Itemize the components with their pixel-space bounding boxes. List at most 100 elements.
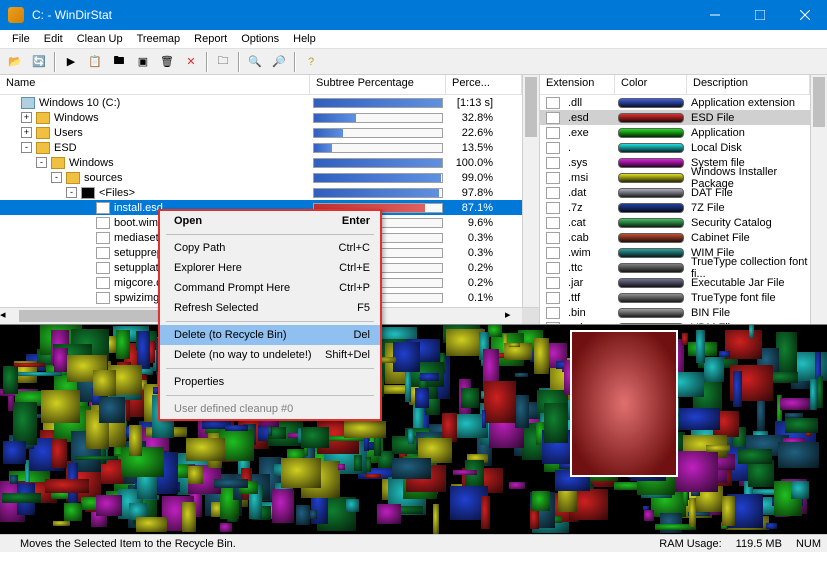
header-extension[interactable]: Extension: [540, 75, 615, 94]
tree-row[interactable]: -sources99.0%: [0, 170, 522, 185]
treemap-block[interactable]: [366, 474, 381, 478]
tree-expander-icon[interactable]: -: [66, 187, 77, 198]
tree-row[interactable]: -<Files>97.8%: [0, 185, 522, 200]
treemap-block[interactable]: [484, 381, 516, 423]
treemap-block[interactable]: [733, 371, 742, 407]
treemap-block[interactable]: [281, 458, 321, 489]
treemap-block[interactable]: [2, 493, 41, 504]
treemap-block[interactable]: [214, 479, 248, 488]
tree-expander-icon[interactable]: -: [51, 172, 62, 183]
cmd-icon[interactable]: ▣: [132, 51, 154, 73]
treemap-block[interactable]: [338, 464, 346, 470]
treemap-block[interactable]: [544, 403, 568, 443]
tree-expander-icon[interactable]: -: [21, 142, 32, 153]
treemap-block[interactable]: [96, 495, 121, 516]
treemap-block[interactable]: [310, 510, 317, 520]
ext-row[interactable]: .msiWindows Installer Package: [540, 170, 810, 185]
treemap-block[interactable]: [719, 351, 730, 357]
treemap-block[interactable]: [377, 504, 401, 524]
open-icon[interactable]: 📂: [4, 51, 26, 73]
treemap-block[interactable]: [188, 466, 203, 484]
treemap-block[interactable]: [768, 372, 797, 384]
treemap-selection[interactable]: [570, 330, 678, 477]
play-icon[interactable]: ▶: [60, 51, 82, 73]
ext-row[interactable]: .cabCabinet File: [540, 230, 810, 245]
help-icon[interactable]: ?: [300, 51, 322, 73]
context-menu-item[interactable]: Explorer HereCtrl+E: [160, 258, 380, 278]
treemap-block[interactable]: [509, 482, 525, 489]
treemap-block[interactable]: [14, 363, 44, 367]
treemap-block[interactable]: [53, 521, 70, 527]
tree-row[interactable]: -Windows100.0%: [0, 155, 522, 170]
ext-row[interactable]: .Local Disk: [540, 140, 810, 155]
menu-edit[interactable]: Edit: [38, 32, 69, 46]
treemap-block[interactable]: [534, 338, 549, 373]
treemap-block[interactable]: [453, 470, 477, 475]
treemap-block[interactable]: [682, 333, 688, 345]
treemap-block[interactable]: [722, 496, 735, 525]
tree-scroll-v[interactable]: [522, 75, 539, 307]
treemap-block[interactable]: [704, 357, 724, 382]
treemap-block[interactable]: [461, 388, 479, 408]
treemap-block[interactable]: [296, 505, 310, 525]
tree-expander-icon[interactable]: +: [21, 127, 32, 138]
ext-row[interactable]: .catSecurity Catalog: [540, 215, 810, 230]
treemap-block[interactable]: [738, 449, 771, 464]
treemap-block[interactable]: [346, 499, 359, 512]
treemap[interactable]: [0, 324, 827, 534]
treemap-block[interactable]: [509, 343, 520, 347]
treemap-block[interactable]: [780, 398, 811, 410]
treemap-block[interactable]: [392, 458, 431, 479]
treemap-block[interactable]: [51, 439, 67, 468]
treemap-block[interactable]: [749, 325, 754, 338]
ext-row[interactable]: .esdESD File: [540, 110, 810, 125]
ext-row[interactable]: .ttfTrueType font file: [540, 290, 810, 305]
ext-row[interactable]: .jarExecutable Jar File: [540, 275, 810, 290]
explorer-icon[interactable]: 🖿: [108, 51, 130, 73]
treemap-block[interactable]: [182, 502, 196, 532]
treemap-block[interactable]: [13, 402, 37, 446]
ext-scroll-v[interactable]: [810, 75, 827, 324]
treemap-block[interactable]: [675, 451, 718, 492]
treemap-block[interactable]: [393, 342, 420, 372]
treemap-block[interactable]: [791, 481, 809, 499]
treemap-block[interactable]: [433, 504, 439, 534]
treemap-block[interactable]: [99, 397, 125, 424]
folder-icon[interactable]: 🗀: [212, 51, 234, 73]
ext-row[interactable]: .binBIN File: [540, 305, 810, 320]
context-menu-item[interactable]: OpenEnter: [160, 211, 380, 231]
treemap-block[interactable]: [54, 348, 68, 371]
treemap-block[interactable]: [137, 331, 150, 368]
treemap-block[interactable]: [18, 372, 62, 377]
tree-row[interactable]: +Windows32.8%: [0, 110, 522, 125]
treemap-block[interactable]: [778, 442, 819, 468]
treemap-block[interactable]: [488, 325, 503, 336]
treemap-block[interactable]: [75, 456, 118, 460]
treemap-block[interactable]: [272, 489, 294, 523]
treemap-block[interactable]: [810, 379, 817, 410]
treemap-block[interactable]: [415, 388, 429, 408]
copy-icon[interactable]: 📋: [84, 51, 106, 73]
treemap-block[interactable]: [706, 445, 730, 452]
treemap-block[interactable]: [515, 373, 528, 377]
menu-help[interactable]: Help: [287, 32, 322, 46]
treemap-block[interactable]: [41, 390, 80, 423]
header-percent[interactable]: Perce...: [446, 75, 522, 94]
tree-expander-icon[interactable]: -: [36, 157, 47, 168]
treemap-block[interactable]: [220, 523, 233, 532]
treemap-block[interactable]: [757, 396, 765, 431]
treemap-block[interactable]: [785, 418, 818, 433]
treemap-block[interactable]: [481, 496, 490, 529]
ext-body[interactable]: .dllApplication extension.esdESD File.ex…: [540, 95, 810, 324]
treemap-block[interactable]: [644, 510, 653, 521]
treemap-block[interactable]: [93, 370, 117, 396]
treemap-block[interactable]: [354, 455, 362, 471]
treemap-block[interactable]: [766, 523, 777, 529]
treemap-block[interactable]: [186, 438, 225, 461]
treemap-block[interactable]: [121, 447, 165, 477]
treemap-block[interactable]: [301, 427, 329, 449]
context-menu-item[interactable]: Properties: [160, 372, 380, 392]
treemap-block[interactable]: [725, 330, 762, 359]
menu-file[interactable]: File: [6, 32, 36, 46]
minimize-button[interactable]: [692, 0, 737, 30]
